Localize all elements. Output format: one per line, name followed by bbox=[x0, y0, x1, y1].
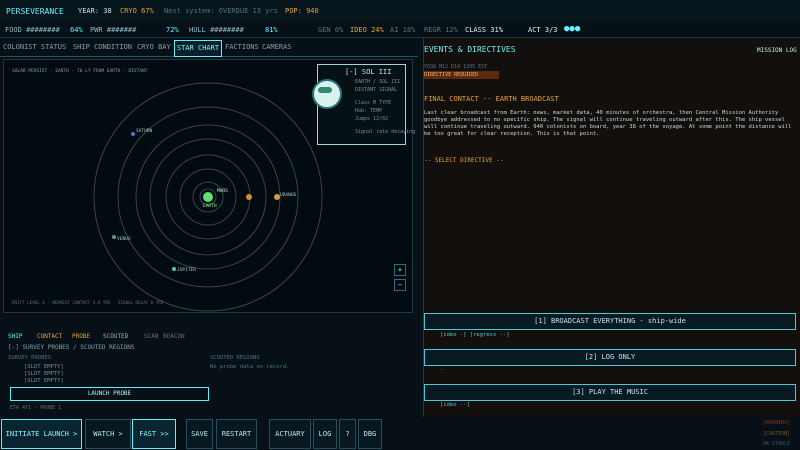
lower-tab-scan[interactable]: SCAN bbox=[144, 333, 158, 340]
lower-tab-ship[interactable]: SHIP bbox=[8, 333, 22, 340]
population-readout: POP: 940 bbox=[285, 7, 319, 15]
ok-stable-indicator: OK-STABLE bbox=[763, 441, 791, 447]
act-dots-icon: ●●● bbox=[564, 24, 581, 34]
card-line-5: Jumps 12/02 bbox=[355, 116, 389, 122]
tab-ship-condition[interactable]: SHIP CONDITION bbox=[73, 40, 134, 55]
planet-thumbnail-icon bbox=[312, 79, 342, 109]
zoom-in-button[interactable]: + bbox=[394, 264, 406, 276]
ideology-metric: IDEO 24% bbox=[350, 26, 384, 34]
survey-section-title: [-] SURVEY PROBES / SCOUTED REGIONS bbox=[8, 344, 135, 351]
tab-cameras[interactable]: CAMERAS bbox=[262, 40, 300, 55]
lower-tab-scouted[interactable]: SCOUTED bbox=[103, 333, 128, 340]
card-line-2: DISTANT SIGNAL bbox=[355, 87, 398, 93]
launch-probe-button[interactable]: LAUNCH PROBE bbox=[10, 387, 209, 401]
events-title: EVENTS & DIRECTIVES bbox=[424, 45, 516, 54]
hull-label: HULL ######## bbox=[189, 26, 244, 34]
directive-option-play-music[interactable]: [3] PLAY THE MUSIC bbox=[424, 384, 796, 401]
label-uranus: URANUS bbox=[280, 192, 297, 198]
planet-saturn[interactable] bbox=[131, 132, 135, 136]
probe-slot[interactable]: [SLOT EMPTY] bbox=[24, 364, 64, 370]
directive-option-log-only[interactable]: [2] LOG ONLY bbox=[424, 349, 796, 366]
lower-tab-beacon[interactable]: BEACON bbox=[163, 333, 185, 340]
label-jupiter: JUPITER bbox=[177, 267, 196, 273]
next-system-readout: Next system: OVERDUE 13 yrs bbox=[164, 7, 278, 15]
zoom-out-button[interactable]: − bbox=[394, 279, 406, 291]
fast-button[interactable]: FAST >> bbox=[132, 419, 176, 449]
power-label: PWR ####### bbox=[90, 26, 137, 34]
ai-metric: AI 18% bbox=[390, 26, 416, 34]
class-metric: CLASS 31% bbox=[465, 26, 503, 34]
ship-name: PERSEVERANCE bbox=[6, 7, 64, 16]
label-venus: VENUS bbox=[117, 236, 131, 242]
scouted-regions-title: SCOUTED REGIONS bbox=[210, 355, 260, 361]
mission-log-link[interactable]: MISSION LOG bbox=[757, 47, 797, 54]
directive-effects-play-music: [ideo --] bbox=[440, 402, 470, 408]
label-earth: EARTH bbox=[203, 203, 217, 209]
save-button[interactable]: SAVE bbox=[186, 419, 213, 449]
probe-slot[interactable]: [SLOT EMPTY] bbox=[24, 371, 64, 377]
tab-cryo-bay[interactable]: CRYO BAY bbox=[137, 40, 173, 55]
chart-footer: DRIFT LEVEL 4 - NEAREST CONTACT 4.8 YRS … bbox=[12, 300, 164, 305]
power-percent: 72% bbox=[166, 26, 179, 34]
food-label: FOOD ######## bbox=[5, 26, 60, 34]
directive-effects-log-only: - bbox=[440, 367, 444, 373]
probe-footer: ETA 4Y1 - PROBE 1 bbox=[10, 405, 62, 411]
label-saturn: SATURN bbox=[136, 128, 153, 134]
chart-header: SOLAR PERSIST - EARTH - 70 LY FROM EARTH… bbox=[12, 68, 148, 74]
watch-button[interactable]: WATCH > bbox=[85, 419, 131, 449]
directive-effects-broadcast: [ideo -] [regress --] bbox=[440, 332, 510, 338]
food-percent: 64% bbox=[70, 26, 83, 34]
planet-land-icon bbox=[318, 87, 332, 93]
card-line-4: Hab: TEMP bbox=[355, 108, 383, 114]
regression-metric: REGR 12% bbox=[424, 26, 458, 34]
tab-star-chart[interactable]: STAR CHART bbox=[174, 40, 222, 57]
debug-button[interactable]: DBG bbox=[358, 419, 382, 449]
lower-tab-probe[interactable]: PROBE bbox=[72, 333, 90, 340]
event-heading: FINAL CONTACT -- EARTH BROADCAST bbox=[424, 95, 559, 103]
restart-button[interactable]: RESTART bbox=[216, 419, 257, 449]
event-meta: Y038 M12 D14 1205 EST bbox=[424, 64, 488, 70]
planet-mars[interactable] bbox=[246, 194, 252, 200]
act-metric: ACT 3/3 bbox=[528, 26, 558, 34]
card-line-1: EARTH / SOL III bbox=[355, 79, 401, 85]
lower-tab-contact[interactable]: CONTACT bbox=[37, 333, 62, 340]
gen-metric: GEN 0% bbox=[318, 26, 344, 34]
planet-jupiter[interactable] bbox=[172, 267, 176, 271]
initiate-launch-button[interactable]: INITIATE LAUNCH > bbox=[1, 419, 82, 449]
tab-factions[interactable]: FACTIONS bbox=[225, 40, 259, 55]
warning-indicator: [WARNING] bbox=[763, 420, 791, 426]
hull-percent: 81% bbox=[265, 26, 278, 34]
card-line-3: Class M TYPE bbox=[355, 100, 392, 106]
select-directive-label: -- SELECT DIRECTIVE -- bbox=[424, 157, 504, 164]
card-title: [-] SOL III bbox=[345, 68, 392, 76]
log-button[interactable]: LOG bbox=[313, 419, 337, 449]
directive-option-broadcast[interactable]: [1] BROADCAST EVERYTHING - ship-wide bbox=[424, 313, 796, 330]
cryo-readout: CRYO 67% bbox=[120, 7, 154, 15]
no-probe-data: No probe data on record. bbox=[210, 364, 290, 370]
survey-probes-title: SURVEY PROBES bbox=[8, 355, 52, 361]
planet-venus[interactable] bbox=[112, 235, 116, 239]
probe-slot[interactable]: [SLOT EMPTY] bbox=[24, 378, 64, 384]
sun-icon[interactable] bbox=[203, 192, 213, 202]
card-line-6: Signal rate decaying bbox=[355, 129, 416, 135]
year-readout: YEAR: 38 bbox=[78, 7, 112, 15]
directive-required-badge: DIRECTIVE REQUIRED bbox=[424, 71, 499, 79]
actuary-button[interactable]: ACTUARY bbox=[269, 419, 311, 449]
label-mars: MARS bbox=[217, 188, 228, 194]
help-button[interactable]: ? bbox=[339, 419, 356, 449]
tab-colonist-status[interactable]: COLONIST STATUS bbox=[3, 40, 69, 55]
caution-indicator: [CAUTION] bbox=[763, 431, 791, 437]
event-body: Last clear broadcast from Earth: news, m… bbox=[424, 110, 792, 137]
